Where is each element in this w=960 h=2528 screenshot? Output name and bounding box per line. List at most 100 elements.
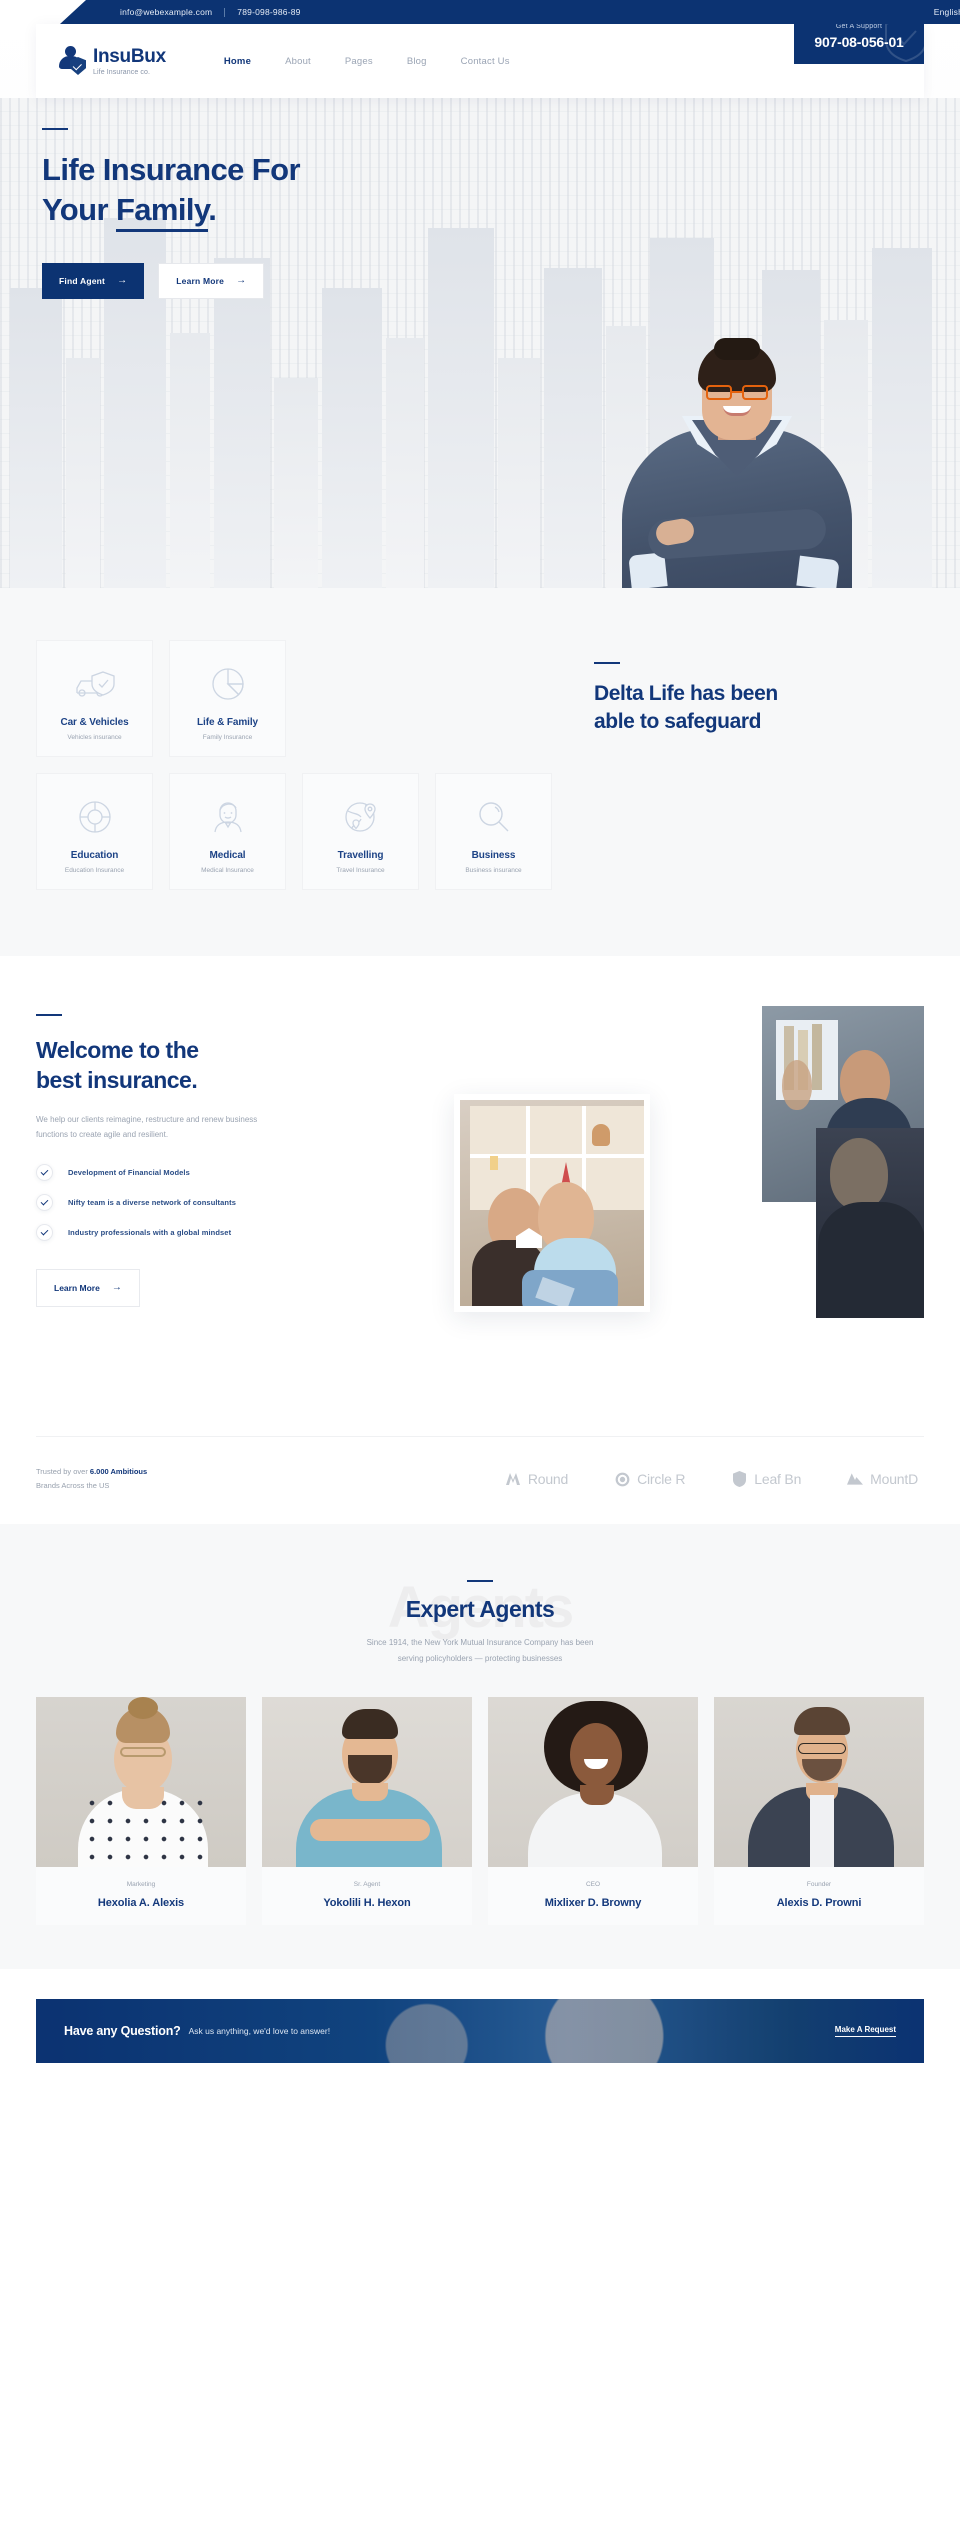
agents-section: Agents Expert Agents Since 1914, the New… [0, 1523, 960, 1969]
make-a-request-link[interactable]: Make A Request [834, 2025, 896, 2037]
brand-logo-label: Circle R [637, 1471, 686, 1488]
service-card-medical[interactable]: Medical Medical Insurance [169, 773, 286, 890]
agents-subtitle: Since 1914, the New York Mutual Insuranc… [0, 1635, 960, 1667]
welcome-paragraph: We help our clients reimagine, restructu… [36, 1114, 258, 1139]
services-heading: Delta Life has been able to safeguard [594, 680, 924, 737]
main-navbar: InsuBux Life Insurance co. Home About Pa… [36, 24, 924, 98]
support-phone[interactable]: 907-08-056-01 [814, 34, 903, 50]
mountain-icon [847, 1471, 864, 1487]
check-icon [36, 1194, 53, 1212]
service-card-subtitle: Education Insurance [64, 866, 125, 874]
nav-item-about[interactable]: About [285, 56, 311, 67]
service-card-subtitle: Family Insurance [202, 733, 253, 741]
globe-pin-icon [342, 790, 380, 836]
agent-name: Hexolia A. Alexis [97, 1896, 185, 1909]
hero-learn-more-button[interactable]: Learn More → [158, 263, 265, 300]
leaf-shield-icon [731, 1471, 747, 1488]
nav-links: Home About Pages Blog Contact Us [224, 56, 510, 67]
trusted-brands-section: Trusted by over 6.000 Ambitious Brands A… [0, 1436, 960, 1524]
topbar-divider [224, 7, 226, 17]
language-selector[interactable]: English [934, 7, 960, 17]
agent-name: Alexis D. Prowni [776, 1896, 862, 1909]
agent-role: CEO [585, 1880, 601, 1888]
brand-logo-circle-r[interactable]: Circle R [614, 1471, 685, 1487]
services-section: Delta Life has been able to safeguard Ca… [0, 588, 960, 956]
brand-logo-label: Leaf Bn [754, 1471, 802, 1488]
hero-title-line1: Life Insurance For [42, 152, 301, 187]
agent-card[interactable]: Sr. Agent Yokolili H. Hexon [262, 1696, 472, 1925]
brand-logo-round[interactable]: Round [505, 1471, 568, 1487]
agent-role: Sr. Agent [353, 1880, 381, 1888]
welcome-copy: Welcome to the best insurance. We help o… [36, 1014, 366, 1308]
cta-section: Have any Question? Ask us anything, we'd… [0, 1968, 960, 2097]
brand-logos: Round Circle R Leaf Bn MountD [505, 1471, 918, 1488]
agent-photo [488, 1696, 698, 1867]
check-icon [36, 1164, 53, 1182]
feature-label: Development of Financial Models [68, 1168, 190, 1178]
hero-kicker-line [42, 128, 68, 130]
hero-title-line2-pre: Your [42, 191, 116, 227]
services-heading-line1: Delta Life has been [594, 682, 778, 705]
welcome-feature-list: Development of Financial Models Nifty te… [36, 1164, 366, 1242]
agent-photo [714, 1696, 924, 1867]
welcome-heading-line2: best insurance. [36, 1066, 198, 1093]
find-agent-button[interactable]: Find Agent → [42, 263, 145, 300]
brand-logo-leaf-bn[interactable]: Leaf Bn [731, 1471, 802, 1488]
welcome-photo-right [816, 1128, 924, 1318]
doctor-icon [209, 790, 247, 836]
topbar-phone[interactable]: 789-098-986-89 [237, 7, 300, 17]
brand-logo[interactable]: InsuBux Life Insurance co. [58, 46, 166, 76]
service-card-subtitle: Vehicles insurance [67, 733, 122, 741]
hero-title-period: . [208, 191, 217, 227]
agent-card[interactable]: Founder Alexis D. Prowni [714, 1696, 924, 1925]
top-utility-bar: info@webexample.com 789-098-986-89 Engli… [0, 0, 960, 24]
nav-item-contact[interactable]: Contact Us [461, 56, 510, 67]
agents-grid: Marketing Hexolia A. Alexis Sr. Agent Yo… [36, 1696, 924, 1925]
service-card-car[interactable]: Car & Vehicles Vehicles insurance [36, 640, 153, 757]
service-card-title: Business [471, 849, 516, 861]
service-card-title: Travelling [337, 849, 384, 861]
welcome-photo-main [454, 1094, 650, 1312]
welcome-heading: Welcome to the best insurance. [36, 1036, 366, 1096]
services-heading-block: Delta Life has been able to safeguard [594, 662, 924, 737]
brand-logo-label: Round [527, 1471, 569, 1488]
service-card-subtitle: Medical Insurance [201, 866, 254, 874]
trusted-text: Trusted by over 6.000 Ambitious Brands A… [36, 1465, 226, 1494]
nav-item-pages[interactable]: Pages [345, 56, 373, 67]
hero-copy: Life Insurance For Your Family. Find Age… [42, 128, 301, 300]
cta-banner: Have any Question? Ask us anything, we'd… [36, 1998, 924, 2063]
orange-glasses-icon [706, 385, 768, 400]
welcome-image-collage [454, 1006, 924, 1426]
agent-card[interactable]: CEO Mixlixer D. Browny [488, 1696, 698, 1925]
nav-item-home[interactable]: Home [224, 56, 251, 67]
magnifier-icon [475, 790, 513, 836]
topbar-email[interactable]: info@webexample.com [120, 7, 212, 17]
service-card-subtitle: Travel Insurance [336, 866, 385, 874]
car-shield-icon [73, 657, 117, 703]
services-row-2: Education Education Insurance Medical Me… [36, 773, 924, 890]
hero-section: info@webexample.com 789-098-986-89 Engli… [0, 0, 960, 588]
agent-role: Founder [806, 1880, 832, 1888]
check-icon [36, 1224, 53, 1242]
feature-label: Nifty team is a diverse network of consu… [68, 1198, 236, 1208]
brand-logo-mountd[interactable]: MountD [847, 1471, 918, 1487]
service-card-business[interactable]: Business Business insurance [435, 773, 552, 890]
double-m-icon [505, 1471, 521, 1487]
circle-ring-icon [614, 1471, 630, 1487]
agents-title: Expert Agents [405, 1595, 555, 1622]
service-card-travelling[interactable]: Travelling Travel Insurance [302, 773, 419, 890]
services-kicker-line [594, 662, 620, 664]
hero-person-photo [622, 308, 852, 588]
service-card-title: Medical [209, 849, 246, 861]
agent-card[interactable]: Marketing Hexolia A. Alexis [36, 1696, 246, 1925]
agents-subtitle-line2: serving policyholders — protecting busin… [397, 1653, 563, 1663]
insurance-person-shield-icon [58, 46, 86, 76]
service-card-education[interactable]: Education Education Insurance [36, 773, 153, 890]
trusted-prefix: Trusted by over [36, 1467, 90, 1476]
agents-subtitle-line1: Since 1914, the New York Mutual Insuranc… [366, 1637, 594, 1647]
welcome-learn-more-button[interactable]: Learn More → [36, 1269, 140, 1308]
nav-item-blog[interactable]: Blog [407, 56, 427, 67]
service-card-life[interactable]: Life & Family Family Insurance [169, 640, 286, 757]
service-card-title: Car & Vehicles [60, 716, 129, 728]
arrow-right-icon: → [111, 1282, 122, 1294]
